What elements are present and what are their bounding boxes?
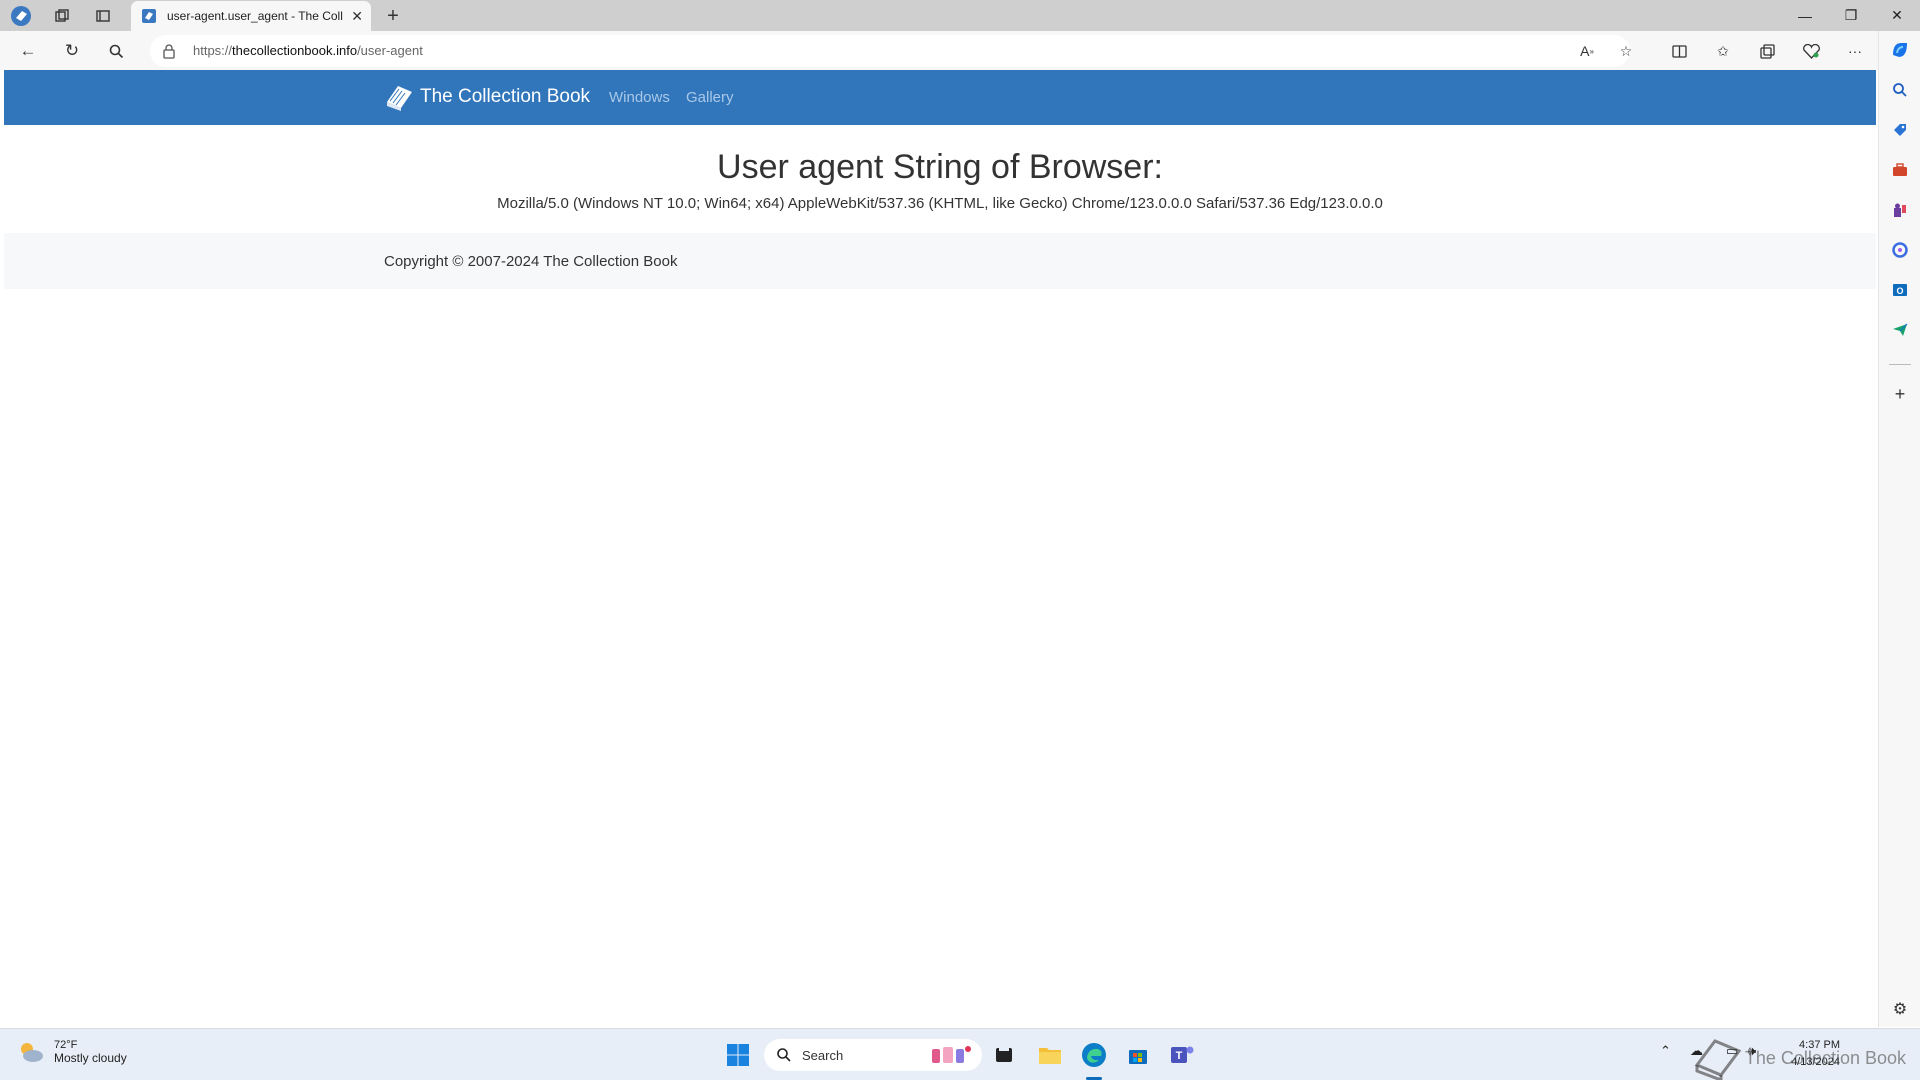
copilot-icon[interactable] [1887,37,1913,63]
nav-link-gallery[interactable]: Gallery [686,89,734,106]
tools-briefcase-icon[interactable] [1887,157,1913,183]
add-sidebar-app-icon[interactable]: + [1887,381,1913,407]
show-hidden-icons[interactable]: ⌃ [1660,1043,1671,1059]
restore-button[interactable]: ❐ [1828,0,1874,31]
url-text: https://thecollectionbook.info/user-agen… [193,43,423,58]
copyright-text: Copyright © 2007-2024 The Collection Boo… [384,253,678,270]
search-highlight-icon [932,1046,971,1063]
favorites-icon[interactable]: ✩ [1709,37,1737,65]
microsoft-store-icon[interactable] [1122,1039,1154,1071]
file-explorer-icon[interactable] [1034,1039,1066,1071]
close-window-button[interactable]: ✕ [1874,0,1920,31]
page-title: User agent String of Browser: [717,148,1163,186]
favorite-star-icon[interactable]: ☆ [1612,37,1640,65]
weather-widget[interactable]: 72°F Mostly cloudy [16,1037,127,1067]
minimize-button[interactable]: — [1782,0,1828,31]
microsoft-365-icon[interactable] [1887,237,1913,263]
outlook-icon[interactable]: O [1887,277,1913,303]
active-tab[interactable]: user-agent.user_agent - The Coll ✕ [131,1,371,31]
browser-essentials-icon[interactable] [1797,37,1825,65]
watermark-text: The Collection Book [1744,1047,1906,1068]
site-brand-link[interactable]: The Collection Book [384,82,590,112]
browser-tab-bar: user-agent.user_agent - The Coll ✕ + — ❐… [0,0,1920,31]
drop-send-icon[interactable] [1887,317,1913,343]
cloudy-weather-icon [21,1043,43,1062]
edge-browser-icon[interactable] [1078,1039,1110,1071]
weather-temp: 72°F [54,1039,78,1051]
tab-close-icon[interactable]: ✕ [351,8,363,25]
browser-toolbar: ← ↻ https://thecollectionbook.info/user-… [0,31,1920,70]
workspaces-icon[interactable] [49,4,75,28]
svg-text:O: O [1896,286,1903,296]
taskbar-search[interactable]: Search [764,1039,982,1071]
site-brand-name: The Collection Book [420,86,591,107]
taskbar-search-label: Search [802,1047,844,1063]
sidebar-settings-icon[interactable]: ⚙ [1887,996,1913,1022]
back-button[interactable]: ← [14,37,42,65]
shopping-tag-icon[interactable] [1887,117,1913,143]
sidebar-divider [1889,364,1911,365]
weather-condition: Mostly cloudy [54,1051,127,1065]
address-bar[interactable]: https://thecollectionbook.info/user-agen… [150,35,1630,67]
profile-icon[interactable] [8,4,34,28]
new-tab-button[interactable]: + [380,3,406,29]
site-navbar: The Collection Book Windows Gallery [4,70,1876,125]
sidebar-search-icon[interactable] [1887,77,1913,103]
refresh-button[interactable]: ↻ [58,37,86,65]
start-button[interactable] [722,1039,754,1071]
teams-icon[interactable]: T [1166,1039,1198,1071]
watermark-book-logo-icon [1694,1039,1742,1080]
split-screen-icon[interactable] [1665,37,1693,65]
games-icon[interactable] [1887,197,1913,223]
user-agent-string: Mozilla/5.0 (Windows NT 10.0; Win64; x64… [497,195,1383,212]
collections-icon[interactable] [1753,37,1781,65]
web-page: The Collection Book Windows Gallery User… [4,70,1876,1028]
collection-book-watermark: The Collection Book [1693,1035,1906,1080]
site-favicon-icon [141,8,157,24]
task-view-icon[interactable] [988,1039,1020,1071]
taskbar-search-icon [777,1048,791,1062]
windows-taskbar: 72°F Mostly cloudy Search T ⌃ ☁ ▭ 🕪 4:37… [0,1028,1920,1080]
svg-text:T: T [1176,1050,1183,1062]
tab-title: user-agent.user_agent - The Coll [167,9,343,23]
search-icon[interactable] [102,37,130,65]
read-aloud-icon[interactable]: A» [1573,37,1601,65]
more-options-icon[interactable]: ··· [1841,37,1869,65]
tab-actions-icon[interactable] [90,4,116,28]
nav-link-windows[interactable]: Windows [609,89,670,106]
book-logo-icon [387,86,412,111]
lock-icon[interactable] [162,43,176,64]
edge-sidebar: O + ⚙ [1878,31,1920,1027]
site-footer: Copyright © 2007-2024 The Collection Boo… [4,233,1876,289]
